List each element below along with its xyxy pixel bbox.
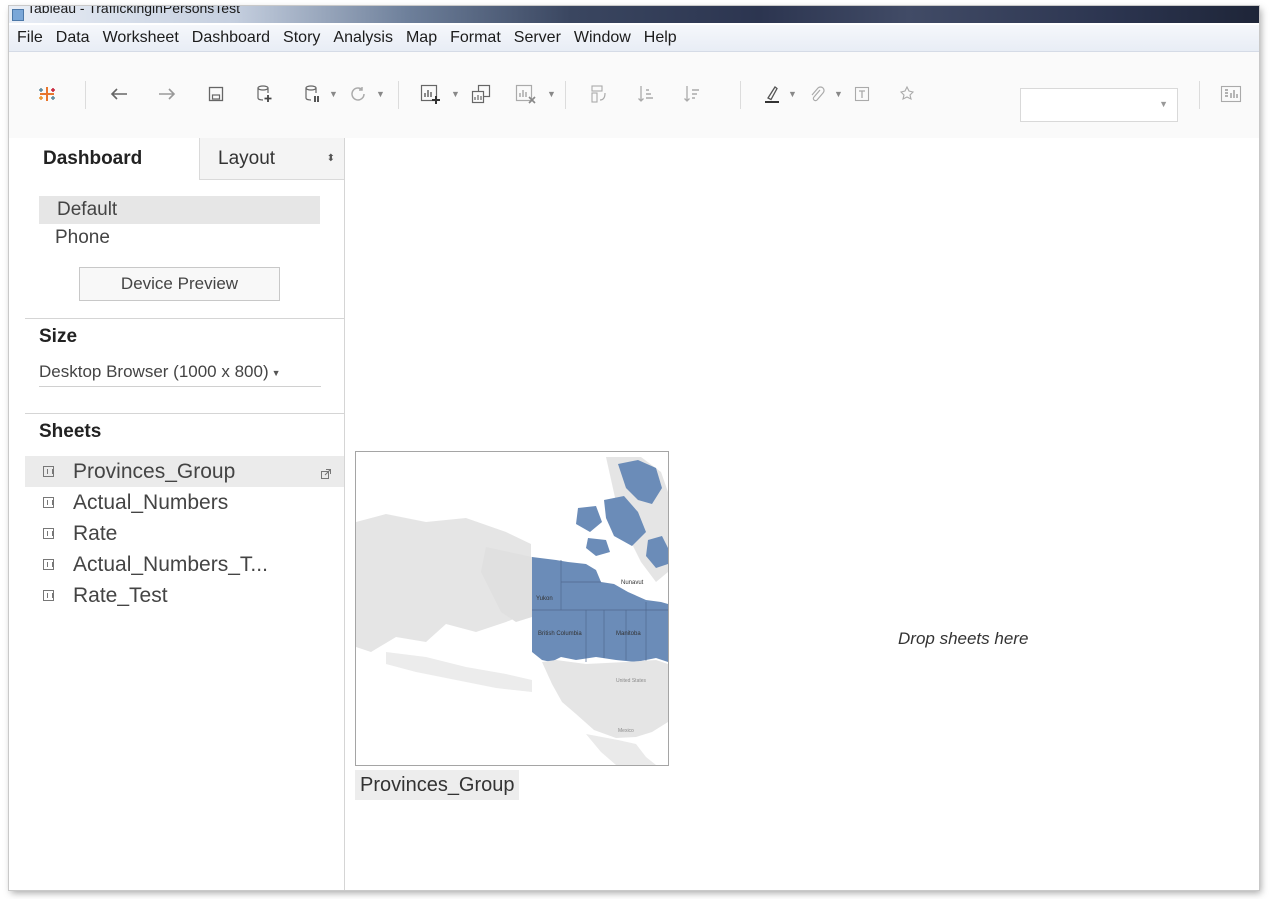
worksheet-icon [43, 590, 54, 601]
device-preview-button[interactable]: Device Preview [79, 267, 280, 301]
panel-tabs: Dashboard Layout ⬍ [25, 138, 344, 180]
toolbar: ▼ ▼ ▼ ▼ ▼ ▼ ▼ [9, 52, 1259, 138]
sheet-label: Provinces_Group [73, 459, 236, 483]
labels-icon[interactable] [851, 83, 873, 105]
sheet-label: Actual_Numbers_T... [73, 552, 268, 576]
toolbar-separator [565, 81, 566, 109]
pause-updates-icon[interactable] [301, 83, 323, 105]
menu-server[interactable]: Server [507, 29, 567, 47]
duplicate-sheet-icon[interactable] [469, 83, 493, 105]
sheet-label: Actual_Numbers [73, 490, 229, 514]
chevron-updown-icon: ⬍ [326, 153, 335, 164]
sheets-list: Provinces_Group Actual_Numbers Rate Actu… [25, 456, 344, 611]
sheet-caption[interactable]: Provinces_Group [355, 770, 519, 800]
refresh-icon[interactable] [347, 83, 369, 105]
worksheet-icon [43, 528, 54, 539]
group-icon[interactable] [806, 83, 828, 105]
size-value: Desktop Browser (1000 x 800) [39, 362, 269, 381]
sheet-item-rate-test[interactable]: Rate_Test [25, 580, 344, 611]
device-phone[interactable]: Phone [55, 224, 110, 252]
toolbar-separator [85, 81, 86, 109]
tab-layout[interactable]: Layout ⬍ [199, 138, 344, 180]
sheet-item-actual-numbers-test[interactable]: Actual_Numbers_T... [25, 549, 344, 580]
menu-help[interactable]: Help [637, 29, 683, 47]
menu-window[interactable]: Window [567, 29, 637, 47]
open-sheet-icon[interactable] [320, 462, 332, 486]
worksheet-icon [43, 466, 54, 477]
sheet-item-provinces-group[interactable]: Provinces_Group [25, 456, 344, 487]
map-label-mexico: Mexico [618, 728, 634, 734]
menu-dashboard[interactable]: Dashboard [185, 29, 276, 47]
tab-dashboard[interactable]: Dashboard [25, 138, 199, 180]
app-icon [12, 9, 24, 21]
sheet-label: Rate [73, 521, 118, 545]
swap-icon[interactable] [588, 83, 610, 105]
new-worksheet-dropdown-icon[interactable]: ▼ [451, 89, 460, 99]
new-worksheet-icon[interactable] [419, 83, 443, 105]
title-bar: Tableau - TraffickinginPersonsTest [9, 6, 1259, 23]
menu-file[interactable]: File [9, 29, 49, 47]
clear-dropdown-icon[interactable]: ▼ [547, 89, 556, 99]
section-divider [25, 413, 344, 414]
map-label-nunavut: Nunavut [621, 580, 644, 586]
toolbar-separator [740, 81, 741, 109]
sort-ascending-icon[interactable] [635, 83, 657, 105]
dashboard-side-panel: Dashboard Layout ⬍ Default Phone Device … [25, 138, 345, 890]
chevron-down-icon: ▼ [271, 367, 281, 378]
sheets-title: Sheets [39, 421, 102, 442]
dashboard-canvas[interactable]: Yukon Nunavut British Columbia Manitoba … [345, 138, 1259, 890]
sheet-label: Rate_Test [73, 583, 168, 607]
sort-descending-icon[interactable] [681, 83, 703, 105]
fix-axes-icon[interactable] [896, 83, 918, 105]
show-me-icon[interactable] [1219, 83, 1243, 105]
toolbar-separator [398, 81, 399, 109]
tab-layout-label: Layout [218, 148, 276, 169]
tableau-logo-icon[interactable] [35, 83, 59, 105]
refresh-dropdown-icon[interactable]: ▼ [376, 89, 385, 99]
new-data-source-icon[interactable] [253, 83, 275, 105]
menu-map[interactable]: Map [399, 29, 443, 47]
size-dropdown[interactable]: Desktop Browser (1000 x 800) ▼ [39, 358, 321, 387]
menu-analysis[interactable]: Analysis [326, 29, 399, 47]
sheet-item-actual-numbers[interactable]: Actual_Numbers [25, 487, 344, 518]
menu-worksheet[interactable]: Worksheet [96, 29, 185, 47]
map-sheet-provinces-group[interactable]: Yukon Nunavut British Columbia Manitoba … [355, 451, 669, 766]
chevron-down-icon: ▼ [1159, 99, 1168, 109]
redo-icon[interactable] [156, 83, 178, 105]
worksheet-icon [43, 559, 54, 570]
save-icon[interactable] [205, 83, 227, 105]
highlight-icon[interactable] [761, 83, 783, 105]
worksheet-icon [43, 497, 54, 508]
clear-sheet-icon[interactable] [514, 83, 538, 105]
menu-bar: File Data Worksheet Dashboard Story Anal… [9, 25, 1259, 52]
size-title: Size [39, 326, 78, 347]
highlight-dropdown-icon[interactable]: ▼ [788, 89, 797, 99]
menu-format[interactable]: Format [443, 29, 507, 47]
drop-sheets-placeholder: Drop sheets here [898, 629, 1029, 648]
map-label-british-columbia: British Columbia [538, 631, 582, 637]
menu-data[interactable]: Data [49, 29, 96, 47]
undo-icon[interactable] [108, 83, 130, 105]
window-title: Tableau - TraffickinginPersonsTest [27, 6, 240, 16]
map-label-yukon: Yukon [536, 596, 553, 602]
sheet-item-rate[interactable]: Rate [25, 518, 344, 549]
menu-story[interactable]: Story [276, 29, 326, 47]
app-window: Tableau - TraffickinginPersonsTest File … [9, 6, 1259, 890]
section-divider [25, 318, 344, 319]
map-view: Yukon Nunavut British Columbia Manitoba … [356, 452, 668, 765]
fit-dropdown[interactable]: ▼ [1020, 88, 1178, 122]
map-label-manitoba: Manitoba [616, 631, 641, 637]
device-default[interactable]: Default [39, 196, 320, 224]
toolbar-separator [1199, 81, 1200, 109]
map-label-united-states: United States [616, 678, 647, 684]
group-dropdown-icon[interactable]: ▼ [834, 89, 843, 99]
pause-dropdown-icon[interactable]: ▼ [329, 89, 338, 99]
